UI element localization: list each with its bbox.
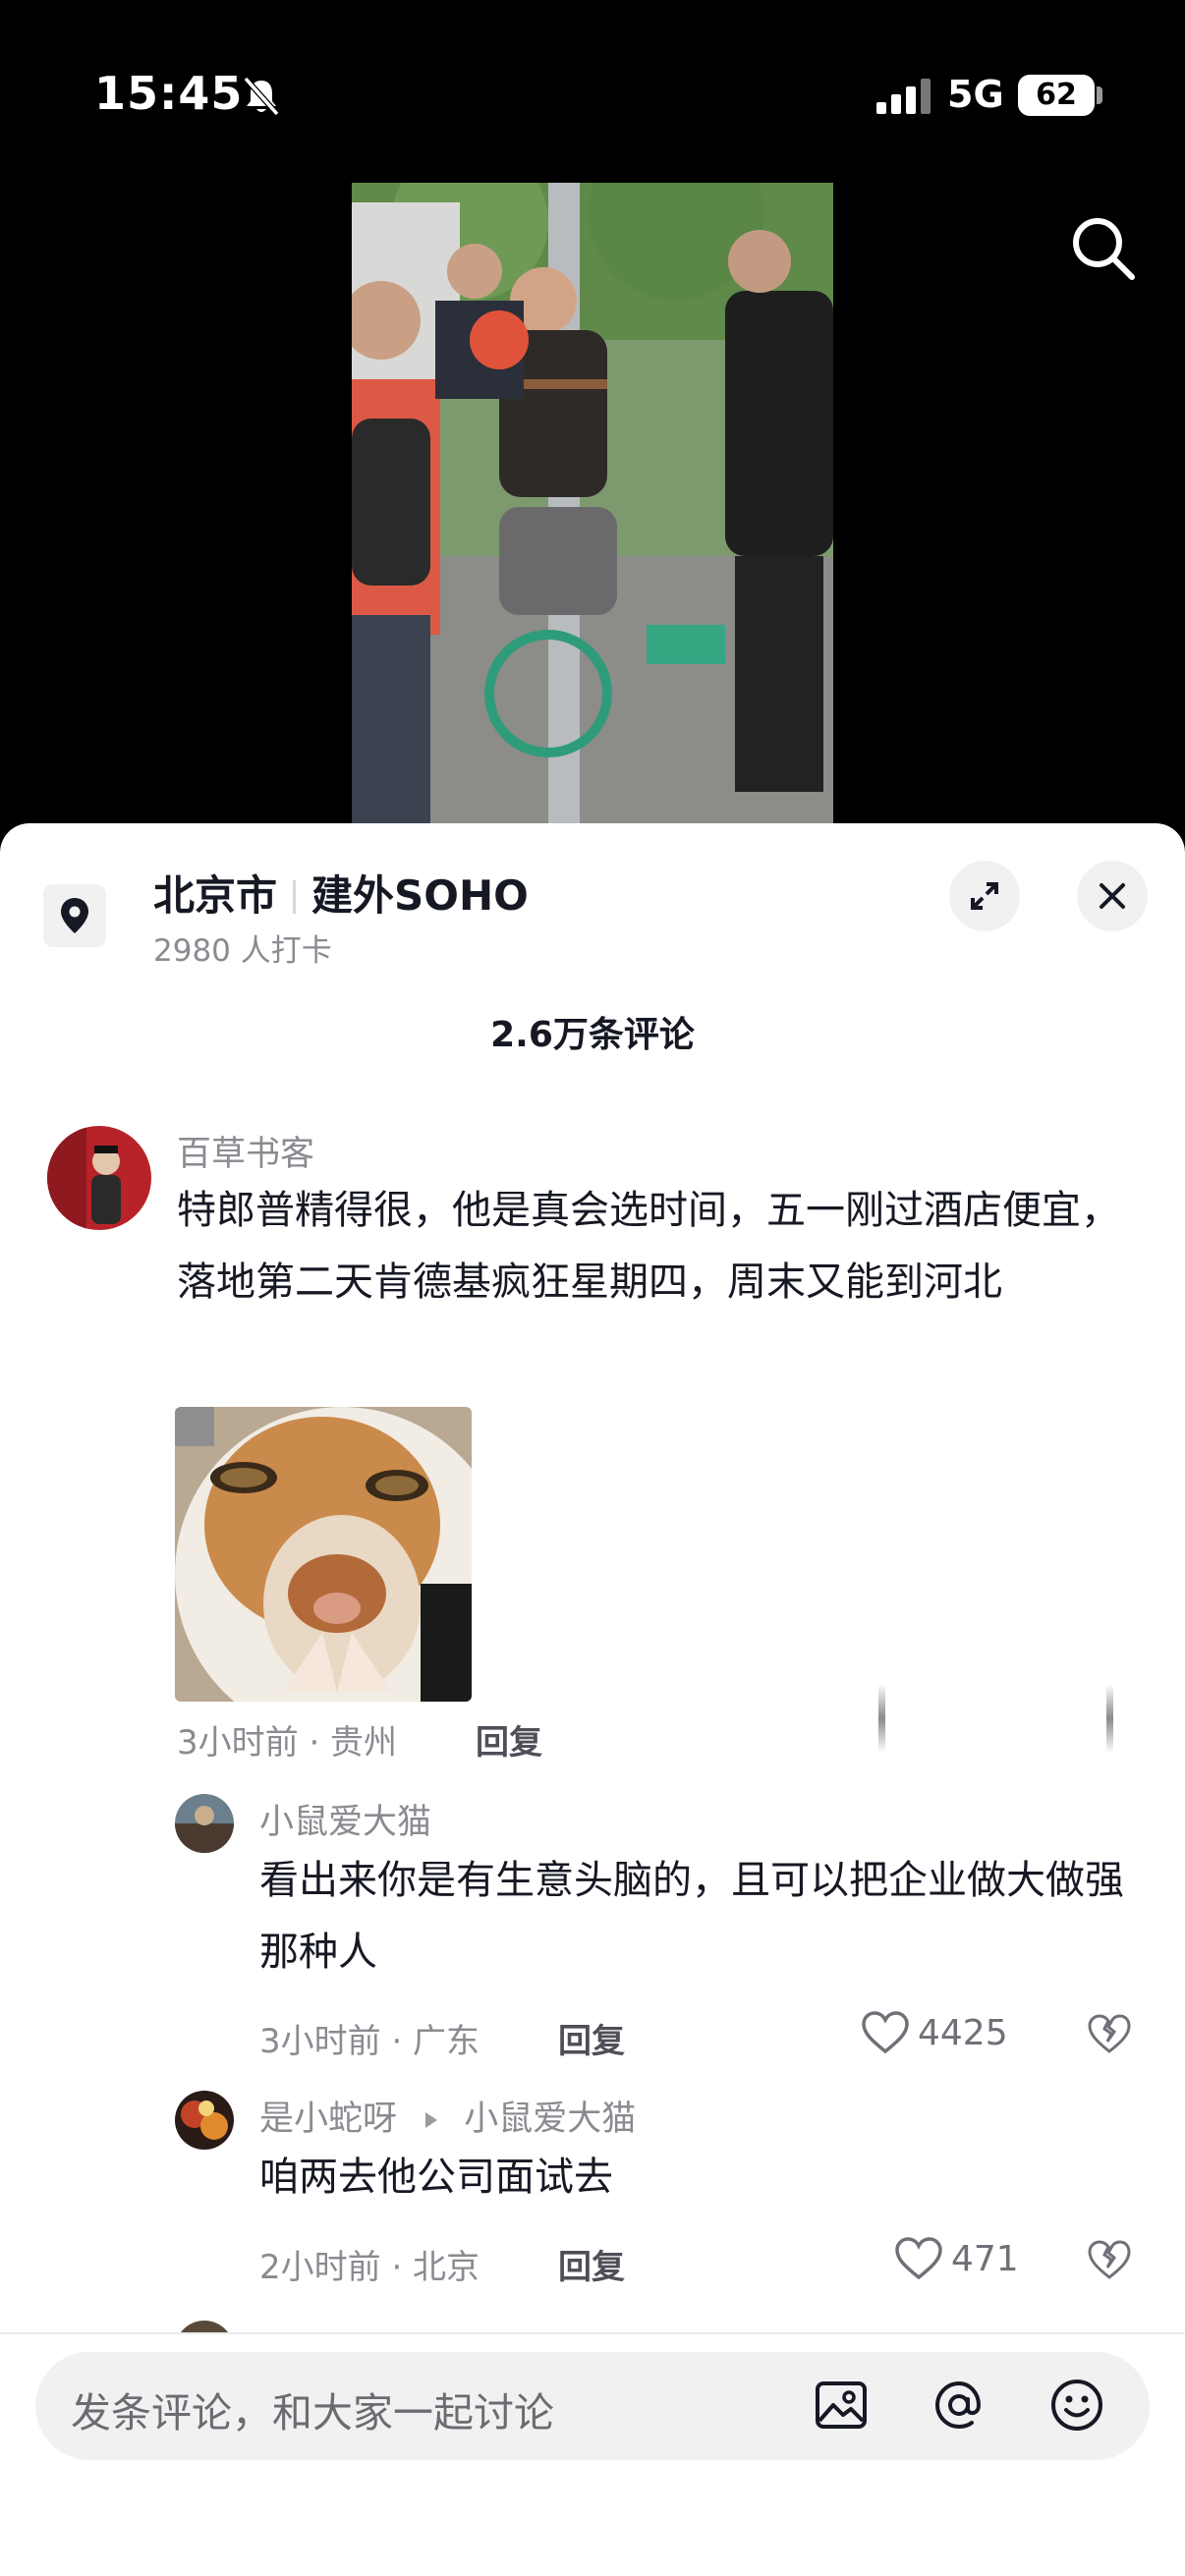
caret-right-icon <box>425 2112 438 2128</box>
like-count: 4425 <box>918 2012 1008 2053</box>
close-icon <box>1100 883 1125 909</box>
heart-icon <box>895 2237 942 2280</box>
reply-text: 看出来你是有生意头脑的，且可以把企业做大做强那种人 <box>259 1858 1124 1975</box>
emoji-icon[interactable] <box>1047 2376 1106 2435</box>
comment-username[interactable]: 百草书客 <box>177 1126 314 1176</box>
battery-level: 62 <box>1018 75 1095 116</box>
title-separator <box>293 880 297 914</box>
location-place: 建外SOHO <box>311 871 529 920</box>
expand-button[interactable] <box>949 861 1020 931</box>
like-count: 471 <box>951 2238 1019 2279</box>
checkin-count: 2980 人打卡 <box>153 933 332 969</box>
reply-author[interactable]: 是小蛇呀 <box>259 2100 397 2139</box>
avatar[interactable] <box>175 1794 234 1853</box>
network-type: 5G <box>947 73 1004 116</box>
scroll-indicator <box>1106 1684 1113 1753</box>
at-icon[interactable] <box>930 2376 988 2435</box>
reply-meta: 3小时前 · 广东 <box>259 2022 480 2061</box>
heart-icon <box>862 2011 909 2054</box>
status-bar: 15:45 5G 62 <box>0 0 1185 187</box>
avatar[interactable] <box>47 1126 151 1230</box>
reply-text: 咱两去他公司面试去 <box>259 2155 613 2200</box>
close-button[interactable] <box>1077 861 1148 931</box>
avatar[interactable] <box>175 2091 234 2150</box>
video-player[interactable] <box>352 183 833 823</box>
video-frame <box>352 183 833 823</box>
location-title[interactable]: 北京市 建外SOHO <box>153 863 529 923</box>
comment-input[interactable]: 发条评论，和大家一起讨论 <box>35 2352 1150 2460</box>
location-city: 北京市 <box>153 871 278 920</box>
comment-text: 特郎普精得很，他是真会选时间，五一刚过酒店便宜，落地第二天肯德基疯狂星期四，周末… <box>177 1188 1120 1305</box>
comment-sticker-image[interactable] <box>175 1407 472 1702</box>
like-button[interactable]: 471 <box>894 2234 1019 2283</box>
reply-target-user[interactable]: 小鼠爱大猫 <box>464 2100 636 2139</box>
signal-icon <box>876 79 931 114</box>
status-time: 15:45 <box>94 67 244 120</box>
reply-button[interactable]: 回复 <box>558 2240 625 2288</box>
reply-button[interactable]: 回复 <box>476 1715 542 1764</box>
reply-meta: 2小时前 · 北京 <box>259 2248 480 2287</box>
reply-button[interactable]: 回复 <box>558 2014 625 2062</box>
bell-mute-icon <box>243 77 280 116</box>
comment-sheet: 北京市 建外SOHO 2980 人打卡 2.6万条评论 百草书客 特郎普精得很，他… <box>0 823 1185 2576</box>
comments-count-title: 2.6万条评论 <box>490 1015 695 1055</box>
dislike-icon[interactable] <box>1087 2012 1132 2057</box>
scroll-indicator <box>878 1684 885 1753</box>
search-icon[interactable] <box>1067 212 1138 283</box>
location-pin-icon[interactable] <box>43 884 106 947</box>
battery-nub <box>1097 86 1102 104</box>
comment-input-placeholder: 发条评论，和大家一起讨论 <box>71 2389 554 2436</box>
dislike-icon[interactable] <box>1087 2238 1132 2283</box>
reply-username[interactable]: 小鼠爱大猫 <box>259 1794 431 1844</box>
reply-username[interactable]: 是小蛇呀 小鼠爱大猫 <box>259 2091 636 2141</box>
image-icon[interactable] <box>812 2376 871 2435</box>
comment-meta: 3小时前 · 贵州 <box>177 1723 398 1763</box>
comment-input-bar: 发条评论，和大家一起讨论 <box>0 2332 1185 2576</box>
like-button[interactable]: 4425 <box>861 2008 1008 2057</box>
expand-icon <box>971 882 998 910</box>
